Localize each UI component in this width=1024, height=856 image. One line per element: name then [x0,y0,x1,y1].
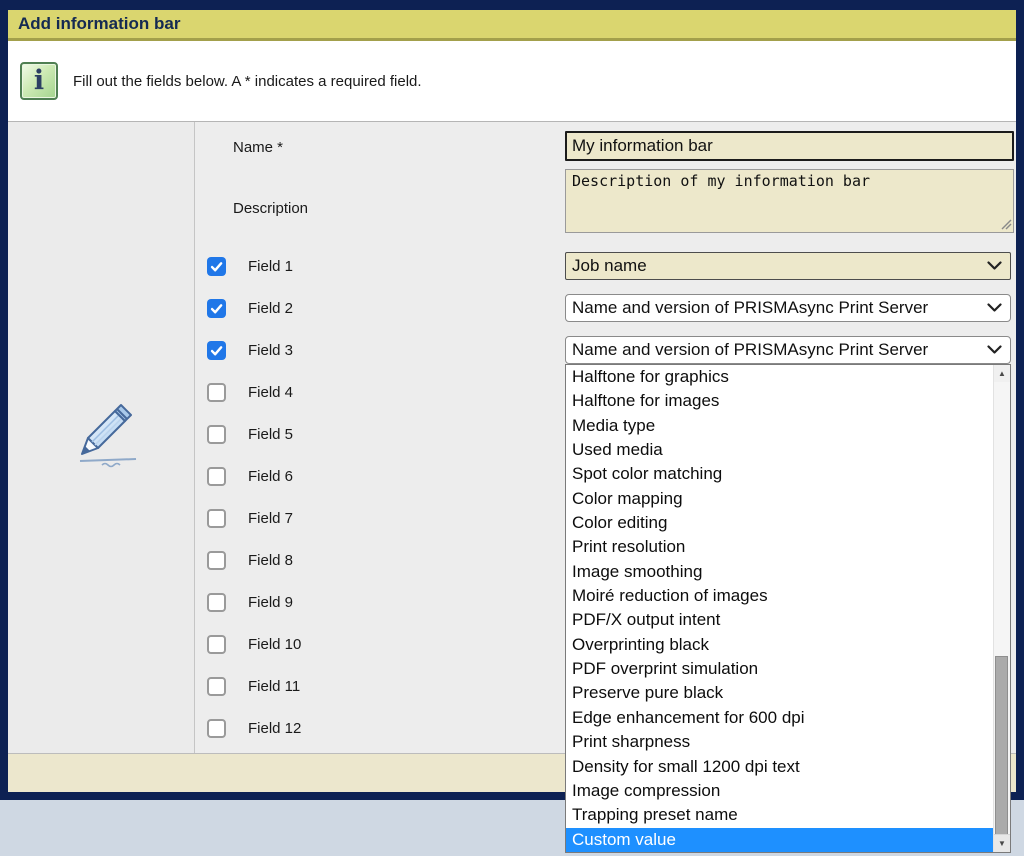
field1-select-value: Job name [572,256,987,276]
field-checkbox-unchecked[interactable] [207,551,226,570]
dropdown-option[interactable]: Moiré reduction of images [566,584,993,608]
field-checkbox-checked[interactable] [207,257,226,276]
scrollbar-thumb[interactable] [995,656,1008,837]
field3-select[interactable]: Name and version of PRISMAsync Print Ser… [565,336,1011,364]
field-label: Field 5 [248,426,293,443]
name-input[interactable] [565,131,1014,161]
chevron-down-icon [987,261,1002,271]
field-checkbox-unchecked[interactable] [207,467,226,486]
info-bar: i Fill out the fields below. A * indicat… [8,41,1016,122]
field-checkbox-unchecked[interactable] [207,383,226,402]
dropdown-option[interactable]: Spot color matching [566,462,993,486]
checkmark-icon [210,260,223,273]
field-label: Field 7 [248,510,293,527]
field-label: Field 11 [248,678,300,695]
field2-select[interactable]: Name and version of PRISMAsync Print Ser… [565,294,1011,322]
dropdown-option[interactable]: Image compression [566,779,993,803]
field-label: Field 3 [248,342,293,359]
field-label: Field 8 [248,552,293,569]
field-checkbox-unchecked[interactable] [207,593,226,612]
dropdown-option[interactable]: Edge enhancement for 600 dpi [566,706,993,730]
field-label: Field 12 [248,720,301,737]
field3-dropdown-list: Halftone for graphicsHalftone for images… [565,364,1011,853]
info-message: Fill out the fields below. A * indicates… [73,73,422,90]
info-icon: i [20,62,58,100]
dropdown-option[interactable]: Media type [566,414,993,438]
dropdown-option[interactable]: PDF/X output intent [566,608,993,632]
field-label: Field 9 [248,594,293,611]
scroll-down-arrow-icon[interactable]: ▼ [994,834,1010,852]
dropdown-option[interactable]: Trapping preset name [566,803,993,827]
dropdown-option[interactable]: Color editing [566,511,993,535]
scroll-up-arrow-icon[interactable]: ▲ [994,365,1010,382]
dropdown-option[interactable]: Print resolution [566,535,993,559]
field-checkbox-unchecked[interactable] [207,677,226,696]
field-label: Field 2 [248,300,293,317]
dropdown-option[interactable]: Halftone for graphics [566,365,993,389]
dropdown-option[interactable]: Preserve pure black [566,681,993,705]
dropdown-option[interactable]: Image smoothing [566,560,993,584]
description-input[interactable]: Description of my information bar [565,169,1014,233]
description-label: Description [233,200,308,217]
dropdown-option[interactable]: Color mapping [566,487,993,511]
field-label: Field 6 [248,468,293,485]
dropdown-option[interactable]: Print sharpness [566,730,993,754]
checkmark-icon [210,302,223,315]
dialog-title: Add information bar [18,14,180,34]
field-checkbox-unchecked[interactable] [207,509,226,528]
dropdown-option[interactable]: Halftone for images [566,389,993,413]
name-label: Name * [233,139,283,156]
field-checkbox-checked[interactable] [207,341,226,360]
checkmark-icon [210,344,223,357]
dropdown-option-selected[interactable]: Custom value [566,828,993,852]
field-checkbox-checked[interactable] [207,299,226,318]
field-label: Field 10 [248,636,301,653]
chevron-down-icon [987,303,1002,313]
dropdown-option[interactable]: Overprinting black [566,633,993,657]
dropdown-option[interactable]: Density for small 1200 dpi text [566,755,993,779]
field-label: Field 1 [248,258,293,275]
chevron-down-icon [987,345,1002,355]
field1-select[interactable]: Job name [565,252,1011,280]
dropdown-option[interactable]: Used media [566,438,993,462]
dialog-title-bar: Add information bar [8,10,1016,41]
field-checkbox-unchecked[interactable] [207,635,226,654]
dropdown-scrollbar[interactable]: ▲ ▼ [993,365,1010,852]
field-label: Field 4 [248,384,293,401]
field-checkbox-unchecked[interactable] [207,719,226,738]
description-field-wrap: Description of my information bar [565,169,1014,233]
field3-dropdown-list-options: Halftone for graphicsHalftone for images… [566,365,993,852]
field2-select-value: Name and version of PRISMAsync Print Ser… [572,298,987,318]
edit-pencil-icon [68,390,148,483]
left-icon-panel [8,122,195,753]
field-checkbox-unchecked[interactable] [207,425,226,444]
field3-select-value: Name and version of PRISMAsync Print Ser… [572,340,987,360]
dropdown-option[interactable]: PDF overprint simulation [566,657,993,681]
